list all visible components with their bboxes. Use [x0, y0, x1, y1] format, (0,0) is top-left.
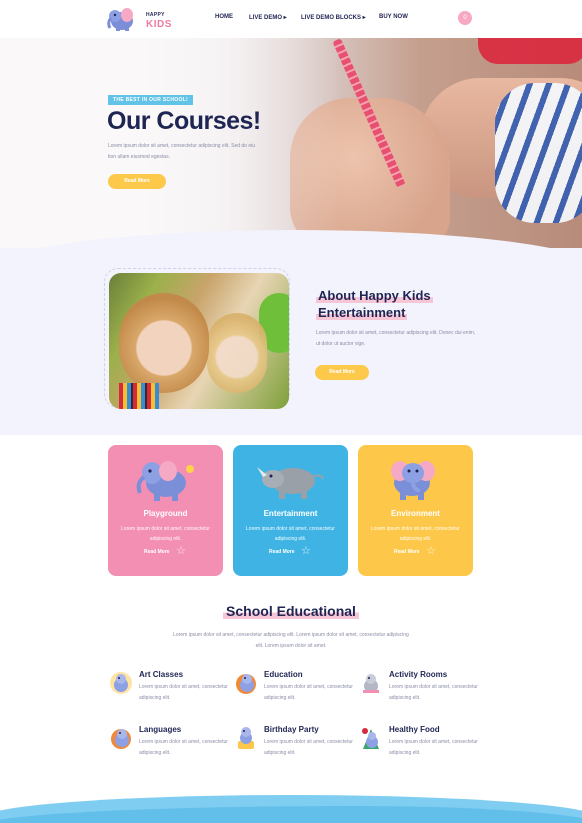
hero-photo-sleeve: [495, 83, 582, 223]
feature-healthy-food: Healthy Food Lorem ipsum dolor sit amet,…: [359, 725, 489, 765]
nav-live-demo[interactable]: LIVE DEMO ▸: [249, 14, 287, 21]
star-icon: ☆: [426, 545, 436, 557]
birthday-party-icon: [238, 727, 254, 749]
elephant-logo-icon: [107, 8, 133, 31]
rhino-illustration-icon: [257, 467, 324, 499]
feature-text: Lorem ipsum dolor sit amet, consectetur …: [264, 739, 353, 756]
photo-detail-pencils: [119, 383, 159, 409]
hero-read-more-button[interactable]: Read More: [108, 174, 166, 189]
about-photo: [109, 273, 289, 409]
feature-title: Healthy Food: [389, 725, 440, 734]
photo-detail-child-2: [207, 313, 267, 393]
feature-title: Activity Rooms: [389, 670, 448, 679]
about-read-more-button[interactable]: Read More: [315, 365, 369, 380]
about-title: About Happy Kids Entertainment: [316, 287, 476, 321]
card-title: Environment: [391, 509, 440, 518]
feature-text: Lorem ipsum dolor sit amet, consectetur …: [139, 739, 228, 756]
section-title: School Educational: [0, 603, 582, 619]
card-read-more-link[interactable]: Read More: [394, 549, 420, 555]
feature-text: Lorem ipsum dolor sit amet, consectetur …: [389, 684, 478, 701]
about-section: About Happy Kids Entertainment Lorem ips…: [0, 248, 582, 435]
feature-languages: Languages Lorem ipsum dolor sit amet, co…: [109, 725, 239, 765]
cart-count: 0: [463, 15, 467, 21]
hero-banner: [0, 38, 582, 248]
hero-text: Lorem ipsum dolor sit amet, consectetur …: [108, 143, 256, 160]
card-read-more-link[interactable]: Read More: [144, 549, 170, 555]
card-playground: Playground Lorem ipsum dolor sit amet, c…: [108, 445, 223, 576]
card-text: Lorem ipsum dolor sit amet, consectetur …: [371, 526, 460, 542]
feature-text: Lorem ipsum dolor sit amet, consectetur …: [389, 739, 478, 756]
elephant-illustration-icon: [136, 461, 194, 501]
healthy-food-icon: [362, 728, 379, 749]
about-title-line1: About Happy Kids: [316, 288, 433, 303]
elephant-illustration-icon: [391, 461, 435, 500]
feature-title: Education: [264, 670, 303, 679]
nav-home[interactable]: HOME: [215, 14, 233, 20]
art-classes-icon: [110, 672, 132, 694]
card-entertainment: Entertainment Lorem ipsum dolor sit amet…: [233, 445, 348, 576]
hero-title: Our Courses!: [107, 107, 261, 135]
about-text: Lorem ipsum dolor sit amet, consectetur …: [316, 330, 476, 347]
languages-icon: [111, 729, 131, 749]
hero-photo-detail: [478, 38, 582, 64]
star-icon: ☆: [301, 545, 311, 557]
brand-small-text: HAPPY: [146, 12, 165, 18]
cart-icon[interactable]: 0: [458, 11, 472, 25]
card-title: Playground: [143, 509, 188, 518]
section-text: Lorem ipsum dolor sit amet, consectetur …: [173, 632, 409, 649]
about-title-line2: Entertainment: [316, 305, 408, 320]
nav-buy-now[interactable]: BUY NOW: [379, 14, 408, 20]
feature-title: Art Classes: [139, 670, 184, 679]
activity-rooms-icon: [363, 674, 379, 693]
section-title-text: School Educational: [223, 603, 359, 619]
brand-text: KIDS: [146, 19, 172, 30]
nav-live-demo-blocks[interactable]: LIVE DEMO BLOCKS ▸: [301, 14, 366, 21]
hero-badge: THE BEST IN OUR SCHOOL!: [108, 95, 193, 105]
card-environment: Environment Lorem ipsum dolor sit amet, …: [358, 445, 473, 576]
card-title: Entertainment: [263, 509, 318, 518]
feature-education: Education Lorem ipsum dolor sit amet, co…: [234, 670, 364, 710]
feature-birthday-party: Birthday Party Lorem ipsum dolor sit ame…: [234, 725, 364, 765]
feature-title: Birthday Party: [264, 725, 319, 734]
feature-text: Lorem ipsum dolor sit amet, consectetur …: [139, 684, 228, 701]
card-read-more-link[interactable]: Read More: [269, 549, 295, 555]
star-icon: ☆: [176, 545, 186, 557]
feature-text: Lorem ipsum dolor sit amet, consectetur …: [264, 684, 353, 701]
card-text: Lorem ipsum dolor sit amet, consectetur …: [246, 526, 335, 542]
site-header: HAPPY KIDS HOME LIVE DEMO ▸ LIVE DEMO BL…: [0, 0, 582, 38]
feature-title: Languages: [139, 725, 182, 734]
card-text: Lorem ipsum dolor sit amet, consectetur …: [121, 526, 210, 542]
photo-detail-child-1: [119, 293, 209, 393]
feature-activity-rooms: Activity Rooms Lorem ipsum dolor sit ame…: [359, 670, 489, 710]
education-icon: [236, 674, 256, 694]
feature-art-classes: Art Classes Lorem ipsum dolor sit amet, …: [109, 670, 239, 710]
site-logo[interactable]: HAPPY KIDS: [106, 5, 171, 33]
